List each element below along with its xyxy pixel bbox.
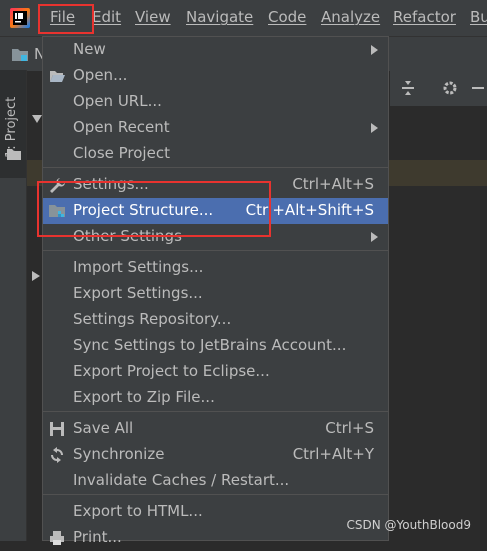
- watermark: CSDN @YouthBlood9: [346, 518, 471, 532]
- menu-item-export-settings[interactable]: Export Settings...: [43, 281, 388, 307]
- annotation-box-project-structure: [37, 181, 271, 237]
- menu-item-label: New: [73, 40, 106, 58]
- menu-navigate[interactable]: Navigate: [186, 8, 253, 26]
- menu-item-close-project[interactable]: Close Project: [43, 141, 388, 167]
- project-toolbar: [390, 70, 487, 106]
- menu-item-label: Print...: [73, 528, 122, 546]
- project-folder-icon: [12, 49, 28, 61]
- menu-item-label: Settings Repository...: [73, 310, 232, 328]
- menu-item-label: Synchronize: [73, 445, 165, 463]
- menu-separator: [43, 167, 388, 168]
- submenu-arrow-icon: [371, 123, 378, 133]
- menu-item-import-settings[interactable]: Import Settings...: [43, 255, 388, 281]
- annotation-box-file: [38, 4, 94, 34]
- save-icon: [50, 422, 64, 436]
- menu-build[interactable]: Bu: [470, 8, 487, 26]
- menu-item-label: Sync Settings to JetBrains Account...: [73, 336, 347, 354]
- menu-item-label: Open...: [73, 66, 128, 84]
- menu-refactor[interactable]: Refactor: [393, 8, 456, 26]
- menu-item-save-all[interactable]: Save All Ctrl+S: [43, 416, 388, 442]
- menu-item-open-recent[interactable]: Open Recent: [43, 115, 388, 141]
- menu-item-label: Export to Zip File...: [73, 388, 215, 406]
- tree-expand-icon[interactable]: [32, 115, 42, 123]
- menu-item-label: Export Settings...: [73, 284, 203, 302]
- intellij-logo-icon: [10, 8, 30, 28]
- folder-icon: [7, 149, 21, 160]
- menu-separator: [43, 411, 388, 412]
- tree-collapse-icon[interactable]: [32, 271, 40, 281]
- sync-icon: [51, 447, 63, 463]
- menu-item-open-url[interactable]: Open URL...: [43, 89, 388, 115]
- menu-item-shortcut: Ctrl+S: [325, 419, 374, 437]
- menu-separator: [43, 250, 388, 251]
- menu-item-invalidate-caches-restart[interactable]: Invalidate Caches / Restart...: [43, 468, 388, 494]
- menu-item-export-to-zip-file[interactable]: Export to Zip File...: [43, 385, 388, 411]
- menu-item-sync-settings-to-jetbrains-account[interactable]: Sync Settings to JetBrains Account...: [43, 333, 388, 359]
- menu-item-label: Open URL...: [73, 92, 162, 110]
- menu-item-label: Export to HTML...: [73, 502, 203, 520]
- menu-code[interactable]: Code: [268, 8, 306, 26]
- menu-analyze[interactable]: Analyze: [321, 8, 380, 26]
- menu-edit[interactable]: Edit: [92, 8, 121, 26]
- menu-item-shortcut: Ctrl+Alt+Y: [292, 445, 374, 463]
- menu-item-label: Import Settings...: [73, 258, 204, 276]
- menu-item-export-to-html[interactable]: Export to HTML...: [43, 499, 388, 525]
- menu-item-open[interactable]: Open...: [43, 63, 388, 89]
- hide-panel-icon[interactable]: [470, 80, 486, 96]
- file-menu: New Open... Open URL... Open Recent Close Pr…: [42, 36, 389, 546]
- menu-item-export-project-to-eclipse[interactable]: Export Project to Eclipse...: [43, 359, 388, 385]
- folder-open-icon: [50, 71, 65, 82]
- menu-item-label: Open Recent: [73, 118, 170, 136]
- menu-item-label: Close Project: [73, 144, 170, 162]
- menu-item-synchronize[interactable]: Synchronize Ctrl+Alt+Y: [43, 442, 388, 468]
- menu-view[interactable]: View: [135, 8, 171, 26]
- collapse-all-icon[interactable]: [400, 80, 416, 96]
- menu-separator: [43, 494, 388, 495]
- menu-item-label: Save All: [73, 419, 134, 437]
- menu-item-label: Invalidate Caches / Restart...: [73, 471, 290, 489]
- print-icon: [50, 531, 64, 545]
- menu-item-shortcut: Ctrl+Alt+S: [292, 175, 374, 193]
- menu-item-print[interactable]: Print...: [43, 525, 388, 551]
- submenu-arrow-icon: [371, 45, 378, 55]
- gear-icon[interactable]: [442, 80, 458, 96]
- menu-item-label: Export Project to Eclipse...: [73, 362, 270, 380]
- submenu-arrow-icon: [371, 232, 378, 242]
- menu-item-settings-repository[interactable]: Settings Repository...: [43, 307, 388, 333]
- menu-item-new[interactable]: New: [43, 37, 388, 63]
